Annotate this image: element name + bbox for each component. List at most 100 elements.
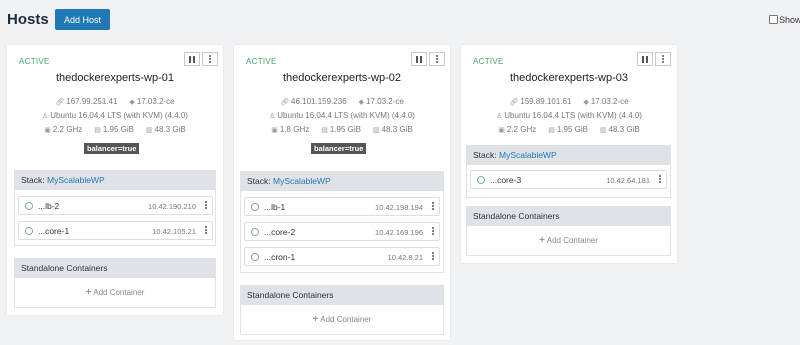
host-cpu: 2.2 GHz (52, 125, 83, 134)
container-ip: 10.42.105.21 (152, 227, 196, 236)
linux-icon: ♙ (496, 113, 503, 120)
link-icon: 🔗︎ (280, 99, 290, 106)
stack-header: Stack: MyScalableWP (466, 145, 671, 165)
container-row[interactable]: ...lb-2 10.42.190.210 (18, 196, 213, 215)
host-memory: 1.95 GiB (102, 125, 134, 134)
docker-version: 17.03.2-ce (136, 97, 175, 106)
container-row[interactable]: ...core-1 10.42.105.21 (18, 221, 213, 240)
host-cpu: 2.2 GHz (506, 125, 537, 134)
container-menu-icon[interactable] (432, 227, 434, 235)
host-name[interactable]: thedockerexperts-wp-01 (7, 72, 223, 84)
stack-prefix: Stack: (247, 176, 271, 186)
show-checkbox[interactable] (769, 15, 778, 24)
status-circle-icon (477, 176, 485, 184)
stack-body: ...lb-1 10.42.198.194 ...core-2 10.42.16… (240, 191, 444, 273)
host-card-wp-02: ACTIVE thedockerexperts-wp-02 🔗︎ 46.101.1… (234, 45, 450, 340)
container-name[interactable]: ...lb-2 (38, 201, 59, 211)
host-card-wp-01: ACTIVE thedockerexperts-wp-01 🔗︎ 167.99.2… (7, 45, 223, 315)
cpu-icon: ▣ (498, 127, 505, 134)
pause-button[interactable] (411, 52, 427, 66)
add-container-button[interactable]: + Add Container (467, 235, 670, 246)
status-circle-icon (251, 203, 259, 211)
host-ip: 46.101.159.236 (291, 97, 347, 106)
linux-icon: ♙ (269, 113, 276, 120)
container-ip: 10.42.190.210 (148, 202, 196, 211)
show-label: Show (779, 15, 800, 25)
cpu-icon: ▣ (271, 127, 278, 134)
linux-icon: ♙ (42, 113, 49, 120)
host-memory: 1.95 GiB (329, 125, 361, 134)
stack-link[interactable]: MyScalableWP (499, 150, 557, 160)
container-row[interactable]: ...lb-1 10.42.198.194 (244, 197, 440, 216)
container-menu-icon[interactable] (205, 226, 207, 234)
container-ip: 10.42.169.196 (375, 228, 423, 237)
more-icon (209, 55, 211, 63)
host-os: Ubuntu 16.04.4 LTS (with KVM) (4.4.0) (50, 111, 188, 120)
container-name[interactable]: ...core-1 (38, 226, 69, 236)
host-name[interactable]: thedockerexperts-wp-03 (461, 72, 677, 84)
container-name[interactable]: ...cron-1 (264, 252, 295, 262)
stack-link[interactable]: MyScalableWP (47, 175, 105, 185)
more-icon (436, 55, 438, 63)
host-label-badge: balancer=true (311, 143, 367, 154)
plus-icon: + (85, 287, 92, 298)
container-ip: 10.42.8.21 (387, 253, 423, 262)
docker-version: 17.03.2-ce (366, 97, 404, 106)
container-menu-icon[interactable] (432, 252, 434, 260)
container-name[interactable]: ...core-2 (264, 227, 295, 237)
container-name[interactable]: ...core-3 (490, 175, 521, 185)
standalone-header: Standalone Containers (240, 285, 444, 305)
add-container-label: Add Container (546, 236, 598, 245)
host-name[interactable]: thedockerexperts-wp-02 (234, 72, 450, 84)
host-ip: 167.99.251.41 (66, 97, 118, 106)
docker-icon: ◆ (358, 99, 365, 106)
container-menu-icon[interactable] (659, 175, 661, 183)
add-host-button[interactable]: Add Host (55, 9, 110, 30)
container-menu-icon[interactable] (432, 202, 434, 210)
cpu-icon: ▣ (44, 127, 51, 134)
host-menu-button[interactable] (429, 52, 445, 66)
host-cpu: 1.8 GHz (279, 125, 310, 134)
pause-button[interactable] (637, 52, 653, 66)
plus-icon: + (539, 235, 545, 246)
page-title: Hosts (7, 11, 49, 28)
storage-icon: ▥ (145, 127, 153, 134)
stack-header: Stack: MyScalableWP (240, 171, 444, 191)
status-circle-icon (251, 253, 259, 261)
host-os: Ubuntu 16.04.4 LTS (with KVM) (4.4.0) (504, 111, 642, 120)
container-menu-icon[interactable] (205, 201, 207, 209)
memory-icon: ▤ (548, 127, 555, 134)
add-container-button[interactable]: + Add Container (15, 287, 215, 298)
plus-icon: + (312, 314, 319, 325)
page-header: Hosts Add Host Show (0, 0, 800, 40)
stack-prefix: Stack: (473, 150, 497, 160)
host-ip: 159.89.101.61 (520, 97, 572, 106)
host-menu-button[interactable] (202, 52, 218, 66)
host-label-badge: balancer=true (84, 143, 140, 154)
host-card-wp-03: ACTIVE thedockerexperts-wp-03 🔗︎ 159.89.1… (461, 45, 677, 263)
standalone-header: Standalone Containers (14, 258, 216, 278)
standalone-body: + Add Container (240, 305, 444, 335)
stack-link[interactable]: MyScalableWP (273, 176, 331, 186)
host-state: ACTIVE (246, 57, 277, 66)
memory-icon: ▤ (94, 127, 101, 134)
container-row[interactable]: ...core-2 10.42.169.196 (244, 222, 440, 241)
container-name[interactable]: ...lb-1 (264, 202, 285, 212)
stack-header: Stack: MyScalableWP (14, 170, 216, 190)
memory-icon: ▤ (321, 127, 328, 134)
status-circle-icon (251, 228, 259, 236)
add-container-button[interactable]: + Add Container (241, 314, 443, 325)
more-icon (662, 55, 664, 63)
host-state: ACTIVE (473, 57, 504, 66)
host-storage: 48.3 GiB (154, 125, 186, 134)
host-os: Ubuntu 16.04.4 LTS (with KVM) (4.4.0) (277, 111, 415, 120)
stack-prefix: Stack: (21, 175, 45, 185)
host-memory: 1.95 GiB (556, 125, 588, 134)
pause-button[interactable] (184, 52, 200, 66)
container-row[interactable]: ...core-3 10.42.64.181 (470, 170, 667, 189)
container-row[interactable]: ...cron-1 10.42.8.21 (244, 247, 440, 266)
host-menu-button[interactable] (655, 52, 671, 66)
host-storage: 48.3 GiB (381, 125, 413, 134)
show-toggle[interactable]: Show (769, 15, 800, 25)
pause-icon (642, 55, 648, 63)
